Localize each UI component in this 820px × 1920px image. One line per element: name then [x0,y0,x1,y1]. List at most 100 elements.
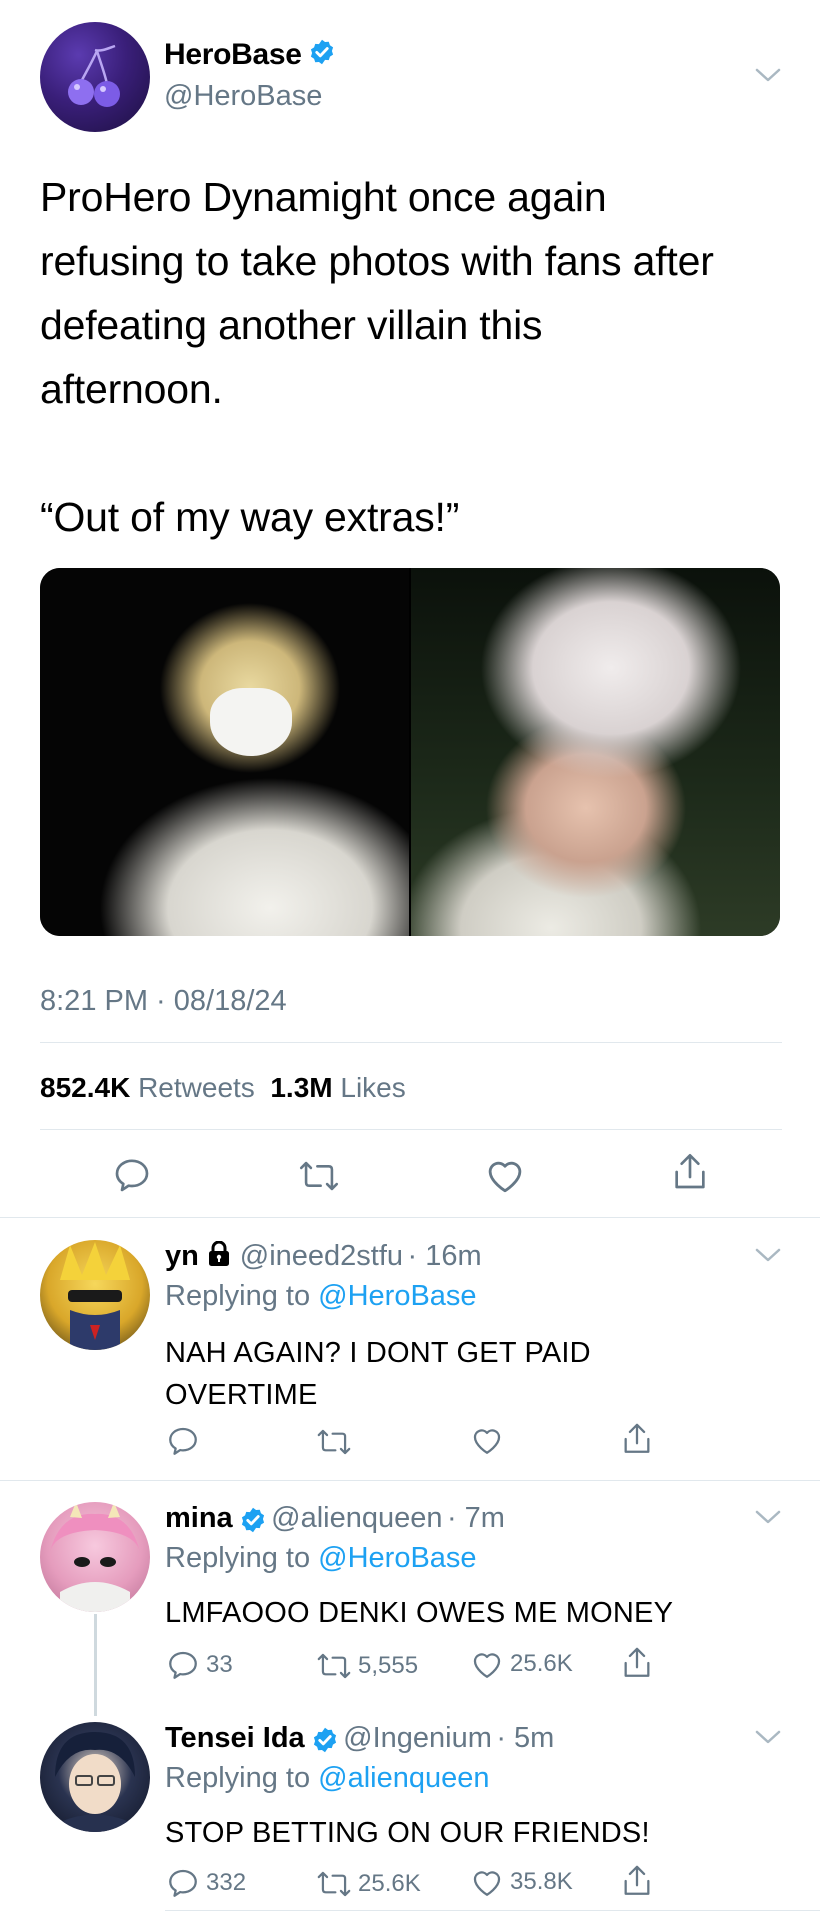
like-count: 25.6K [510,1650,573,1677]
divider [0,1217,820,1218]
author-display-name[interactable]: HeroBase [164,38,302,71]
retweet-icon[interactable] [298,1157,340,1200]
replying-to: Replying to @alienqueen [165,1762,490,1795]
reply-header: mina @alienqueen · 7m [165,1502,505,1539]
reply-display-name[interactable]: mina [165,1502,233,1534]
reply-header: yn @ineed2stfu · 16m [165,1240,482,1273]
retweets-label[interactable]: Retweets [138,1072,255,1103]
chevron-down-icon[interactable] [754,1728,782,1751]
tweet-line: afternoon. [40,366,223,412]
like-icon[interactable] [484,1155,526,1200]
retweet-button[interactable]: 25.6K [316,1868,421,1900]
cherry-logo-icon [68,44,120,107]
replying-prefix: Replying to [165,1762,311,1794]
reply-text: NAH AGAIN? I DONT GET PAID OVERTIME [165,1332,591,1416]
replying-prefix: Replying to [165,1542,311,1574]
reply-text-line: OVERTIME [165,1379,318,1411]
reply-button[interactable]: 332 [166,1866,246,1900]
like-icon [473,1871,501,1896]
retweets-count[interactable]: 852.4K [40,1072,130,1103]
author-handle[interactable]: @HeroBase [164,80,322,113]
tweet-media[interactable] [40,568,780,936]
share-button[interactable] [620,1862,654,1900]
author-display-name-row[interactable]: HeroBase [164,38,336,74]
replying-to-handle[interactable]: @HeroBase [318,1280,476,1312]
reply-time: · 16m [407,1240,482,1272]
reply-text: LMFAOOO DENKI OWES ME MONEY [165,1592,673,1634]
reply-button[interactable] [166,1424,206,1458]
tweet-line: ProHero Dynamight once again [40,174,607,220]
retweet-button[interactable] [316,1426,358,1458]
tweet-timestamp[interactable]: 8:21 PM · 08/18/24 [40,985,287,1018]
photo-left[interactable] [40,568,409,936]
like-icon [473,1429,501,1454]
herobase-avatar[interactable] [40,22,150,132]
retweet-icon [317,1653,351,1679]
replying-to-handle[interactable]: @HeroBase [318,1542,476,1574]
likes-count[interactable]: 1.3M [270,1072,332,1103]
verified-badge-icon [308,38,336,74]
share-icon [624,1647,650,1677]
like-button[interactable] [470,1424,510,1456]
chevron-down-icon[interactable] [754,1508,782,1531]
reply-icon [169,1427,197,1455]
verified-badge-icon [239,1506,267,1539]
reply-text-line: STOP BETTING ON OUR FRIENDS! [165,1817,650,1849]
retweet-icon [317,1429,351,1455]
face-mask-shape [210,688,292,756]
thread-line [94,1614,97,1716]
reply-avatar-ida[interactable] [40,1722,150,1832]
retweet-button[interactable]: 5,555 [316,1650,418,1682]
lock-icon [207,1240,231,1272]
reply-text-line: LMFAOOO DENKI OWES ME MONEY [165,1597,674,1629]
reply-handle[interactable]: @ineed2stfu [240,1240,403,1272]
replying-to-handle[interactable]: @alienqueen [318,1762,489,1794]
reply-button[interactable]: 33 [166,1648,233,1682]
reply-icon[interactable] [112,1155,152,1200]
reply-text-line: NAH AGAIN? I DONT GET PAID [165,1337,591,1369]
like-button[interactable]: 25.6K [470,1648,573,1680]
reply-text: STOP BETTING ON OUR FRIENDS! [165,1812,650,1854]
tweet-line: defeating another villain this [40,302,543,348]
reply-handle[interactable]: @Ingenium [343,1722,492,1754]
share-button[interactable] [620,1644,654,1682]
replying-to: Replying to @HeroBase [165,1280,477,1313]
retweet-count: 25.6K [358,1870,421,1897]
reply-icon [169,1651,197,1679]
tweet-line: refusing to take photos with fans after [40,238,714,284]
reply-handle[interactable]: @alienqueen [271,1502,442,1534]
share-icon[interactable] [670,1150,710,1199]
divider [165,1910,820,1911]
verified-badge-icon [311,1726,339,1759]
chevron-down-icon[interactable] [754,1246,782,1269]
share-button[interactable] [620,1420,654,1458]
share-icon [624,1423,650,1453]
like-button[interactable]: 35.8K [470,1866,573,1898]
replying-prefix: Replying to [165,1280,311,1312]
reply-count: 33 [206,1651,233,1678]
reply-display-name[interactable]: Tensei Ida [165,1722,305,1754]
replying-to: Replying to @HeroBase [165,1542,477,1575]
reply-avatar-mina[interactable] [40,1502,150,1612]
photo-right[interactable] [411,568,780,936]
reply-time: · 5m [496,1722,555,1754]
tweet-text: ProHero Dynamight once again refusing to… [40,165,780,549]
divider [40,1129,782,1130]
like-count: 35.8K [510,1868,573,1895]
likes-label[interactable]: Likes [340,1072,405,1103]
reply-header: Tensei Ida @Ingenium · 5m [165,1722,554,1759]
reply-count: 332 [206,1869,247,1896]
reply-display-name[interactable]: yn [165,1240,199,1272]
tweet-stats: 852.4K Retweets 1.3M Likes [40,1072,406,1104]
chevron-down-icon[interactable] [754,66,782,89]
retweet-count: 5,555 [358,1652,419,1679]
divider [0,1480,820,1481]
reply-time: · 7m [446,1502,505,1534]
divider [40,1042,782,1043]
retweet-icon [317,1871,351,1897]
tweet-quote-line: “Out of my way extras!” [40,494,460,540]
reply-icon [169,1869,197,1897]
reply-avatar-yn[interactable] [40,1240,150,1350]
like-icon [473,1653,501,1678]
